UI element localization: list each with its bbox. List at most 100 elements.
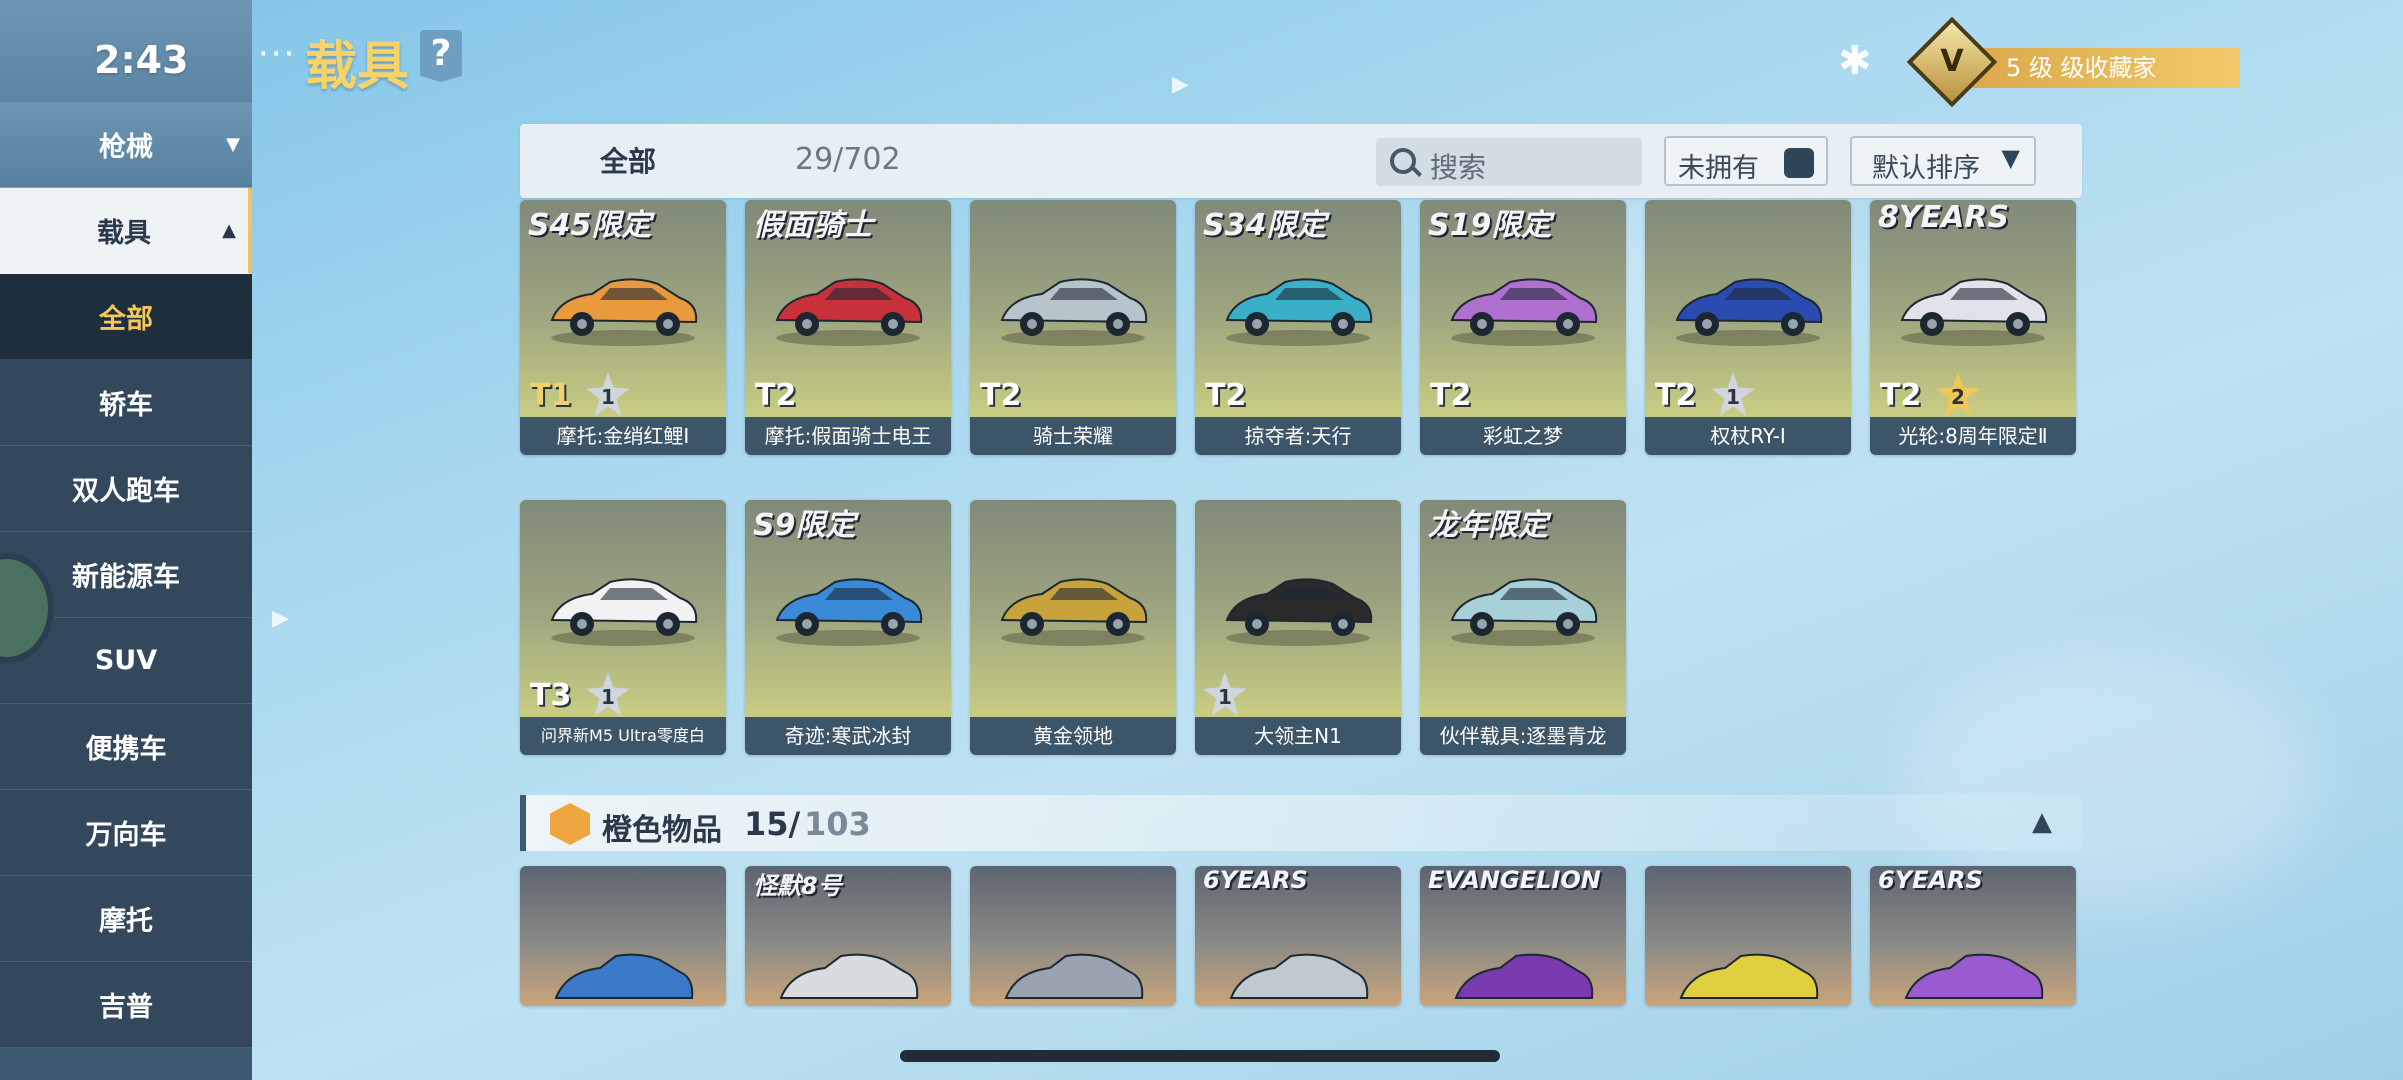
search-icon [1390, 148, 1416, 174]
orange-item-card[interactable]: 怪默8号 [745, 866, 951, 1006]
sidebar-item-label: 全部 [99, 304, 153, 335]
collector-level-bar: 5 级 级收藏家 [1960, 48, 2240, 88]
card-tier: T2 [1205, 378, 1247, 413]
card-tier: T1 [530, 378, 572, 413]
vehicle-card[interactable]: 1 大领主N1 [1195, 500, 1401, 755]
vehicle-card[interactable]: S9限定奇迹:寒武冰封 [745, 500, 951, 755]
orange-item-card[interactable] [520, 866, 726, 1006]
orange-item-card[interactable]: 6YEARS [1195, 866, 1401, 1006]
sidebar-item-two-seat-sports[interactable]: 双人跑车 [0, 446, 252, 532]
sidebar-item-label: 便携车 [85, 734, 167, 765]
sidebar-item-sedan[interactable]: 轿车 [0, 360, 252, 446]
card-name: 奇迹:寒武冰封 [745, 717, 951, 755]
page-title: 载具 [305, 37, 410, 97]
unowned-label: 未拥有 [1678, 153, 1759, 184]
vehicle-card[interactable]: S45限定 T1 1 摩托:金绡红鲤Ⅰ [520, 200, 726, 455]
vehicle-image [1904, 953, 2044, 999]
sidebar-item-omni[interactable]: 万向车 [0, 790, 252, 876]
vehicle-image [1225, 578, 1373, 646]
card-tier: T2 [1430, 378, 1472, 413]
card-limited-tag: S9限定 [753, 508, 856, 543]
orange-item-card[interactable]: 6YEARS [1870, 866, 2076, 1006]
vehicle-card[interactable]: S19限定 T2 彩虹之梦 [1420, 200, 1626, 455]
sidebar-item-label: 摩托 [99, 906, 153, 937]
card-name: 问界新M5 Ultra零度白 [520, 717, 726, 755]
card-limited-tag: S34限定 [1203, 208, 1327, 243]
help-icon[interactable]: ? [420, 30, 462, 82]
vehicle-image [1229, 953, 1369, 999]
sidebar-category-guns[interactable]: 枪械 ▼ [0, 102, 252, 188]
card-name: 彩虹之梦 [1420, 417, 1626, 455]
unowned-filter-toggle[interactable]: 未拥有 [1664, 136, 1828, 186]
card-name: 掠夺者:天行 [1195, 417, 1401, 455]
star-icon: 1 [1203, 672, 1247, 716]
sort-dropdown[interactable]: 默认排序 ▼ [1850, 136, 2036, 186]
card-limited-tag: 假面骑士 [753, 208, 873, 243]
orange-item-card[interactable] [970, 866, 1176, 1006]
star-icon: 2 [1936, 372, 1980, 416]
search-input[interactable]: 搜索 [1376, 138, 1642, 186]
vehicle-card[interactable]: T3 1 问界新M5 Ultra零度白 [520, 500, 726, 755]
rank-badge-icon: V [1906, 16, 1998, 108]
card-name: 骑士荣耀 [970, 417, 1176, 455]
sidebar-item-label: 万向车 [85, 820, 167, 851]
vehicle-image [550, 578, 698, 646]
vehicle-image [1454, 953, 1594, 999]
sidebar-item-label: SUV [94, 645, 158, 676]
vehicle-image [554, 953, 694, 999]
vehicle-image [1675, 278, 1823, 346]
vehicle-image [1450, 278, 1598, 346]
filter-all-tab[interactable]: 全部 [600, 140, 656, 180]
vehicle-card[interactable]: 8YEARS T2 2 光轮:8周年限定Ⅱ [1870, 200, 2076, 455]
vehicle-image [1000, 578, 1148, 646]
chevron-down-icon: ▼ [2001, 144, 2020, 172]
card-tier: T2 [755, 378, 797, 413]
card-name: 摩托:假面骑士电王 [745, 417, 951, 455]
vehicle-image [550, 278, 698, 346]
checkbox-icon [1784, 148, 1814, 178]
sidebar-item-portable[interactable]: 便携车 [0, 704, 252, 790]
star-icon: 1 [586, 672, 630, 716]
star-icon: 1 [586, 372, 630, 416]
card-limited-tag: 怪默8号 [753, 872, 842, 900]
vehicle-image [779, 953, 919, 999]
card-limited-tag: 龙年限定 [1428, 508, 1548, 543]
sidebar-item-label: 吉普 [99, 992, 153, 1023]
sidebar-category-label: 载具 [97, 218, 151, 249]
home-indicator[interactable] [900, 1050, 1500, 1062]
more-dots-icon[interactable]: ··· [258, 34, 296, 74]
scroll-left-arrow-icon: ▶ [272, 606, 289, 631]
search-placeholder: 搜索 [1430, 151, 1487, 184]
collapse-arrow-icon[interactable]: ▲ [2032, 807, 2052, 837]
vehicle-card[interactable]: T2 1 权杖RY-I [1645, 200, 1851, 455]
sidebar-item-jeep[interactable]: 吉普 [0, 962, 252, 1048]
orange-items-section-header[interactable]: 橙色物品 15/ 103 ▲ [520, 795, 2082, 851]
vehicle-card[interactable]: T2 骑士荣耀 [970, 200, 1176, 455]
vehicle-card[interactable]: 龙年限定伙伴载具:逐墨青龙 [1420, 500, 1626, 755]
bluetooth-icon: ✱ [1838, 38, 1872, 84]
card-limited-tag: EVANGELION [1428, 866, 1601, 894]
vehicle-image [1000, 278, 1148, 346]
card-limited-tag: 6YEARS [1878, 866, 1983, 894]
sort-label: 默认排序 [1872, 153, 1980, 184]
card-tier: T2 [1880, 378, 1922, 413]
card-name: 光轮:8周年限定Ⅱ [1870, 417, 2076, 455]
chevron-up-icon: ▲ [222, 220, 236, 241]
vehicle-image [1004, 953, 1144, 999]
card-limited-tag: 8YEARS [1878, 200, 2010, 235]
sidebar-item-motorcycle[interactable]: 摩托 [0, 876, 252, 962]
sidebar-category-vehicles[interactable]: 载具 ▲ [0, 188, 252, 274]
orange-item-card[interactable] [1645, 866, 1851, 1006]
sidebar-item-all[interactable]: 全部 [0, 274, 252, 360]
sidebar-category-label: 枪械 [99, 132, 153, 163]
orange-item-card[interactable]: EVANGELION [1420, 866, 1626, 1006]
chevron-down-icon: ▼ [226, 134, 240, 155]
card-name: 摩托:金绡红鲤Ⅰ [520, 417, 726, 455]
vehicle-card[interactable]: 假面骑士 T2 摩托:假面骑士电王 [745, 200, 951, 455]
card-name: 伙伴载具:逐墨青龙 [1420, 717, 1626, 755]
vehicle-card[interactable]: S34限定 T2 掠夺者:天行 [1195, 200, 1401, 455]
filter-toolbar: 全部 29/702 搜索 未拥有 默认排序 ▼ [520, 124, 2082, 198]
vehicle-card[interactable]: 黄金领地 [970, 500, 1176, 755]
card-limited-tag: S19限定 [1428, 208, 1552, 243]
sidebar-item-label: 新能源车 [72, 562, 180, 593]
